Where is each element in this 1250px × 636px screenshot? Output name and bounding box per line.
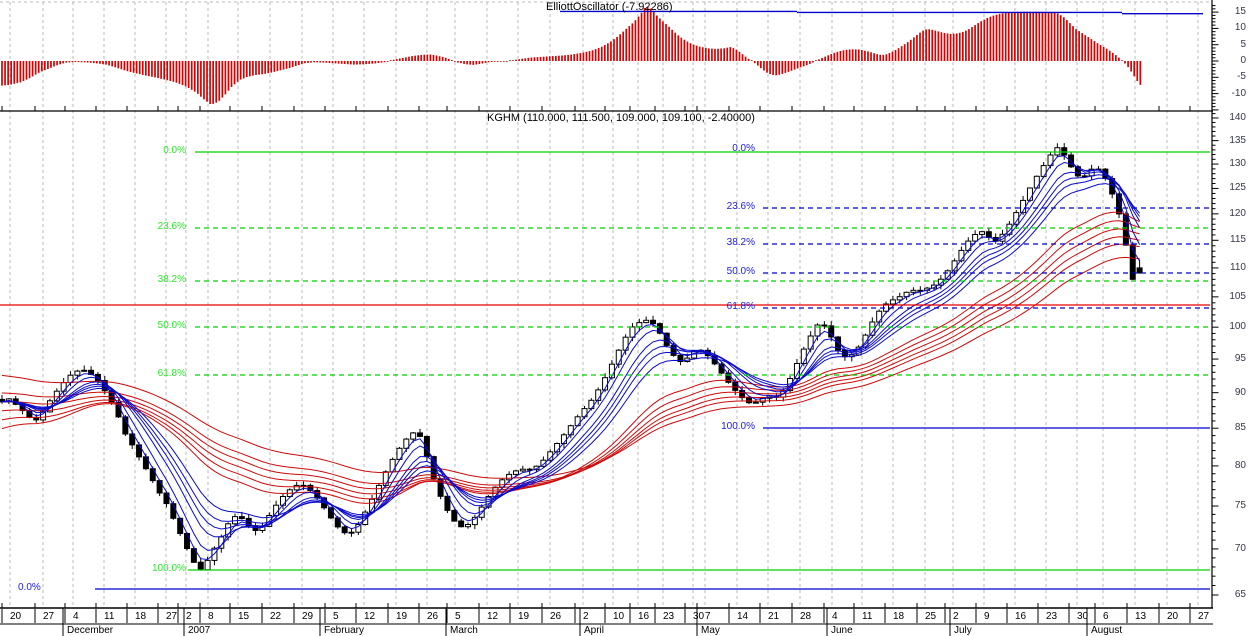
osc-axis-label: 10 (1234, 22, 1246, 34)
oscillator-title: ElliottOscillator (-7.92286) (546, 1, 673, 13)
date-tick-label: 19 (518, 611, 530, 622)
date-tick-label: 23 (663, 611, 675, 622)
date-tick-label: 16 (1015, 611, 1027, 622)
price-axis-label: 90 (1234, 386, 1246, 398)
month-label: December (67, 625, 114, 636)
date-tick-label: 30 (1077, 611, 1089, 622)
date-tick-label: 29 (302, 611, 314, 622)
date-tick-label: 5 (455, 611, 461, 622)
date-tick-label: 27 (1198, 611, 1210, 622)
fib-green-label: 50.0% (157, 320, 186, 331)
date-tick-label: 20 (1167, 611, 1179, 622)
osc-axis-label: 0 (1240, 55, 1246, 66)
date-tick-label: 19 (396, 611, 408, 622)
fib-green-label: 100.0% (152, 563, 186, 574)
fib-blue-label: 38.2% (726, 237, 755, 248)
fib-blue-label: 0.0% (732, 143, 755, 154)
osc-axis-label: -5 (1237, 71, 1246, 83)
month-label: March (450, 625, 478, 636)
fib-blue-label: 50.0% (726, 266, 755, 277)
price-axis-label: 135 (1229, 134, 1246, 146)
date-tick-label: 30 (693, 611, 705, 622)
month-label: June (831, 625, 853, 636)
price-axis-label: 80 (1234, 459, 1246, 471)
date-tick-label: 2 (583, 611, 589, 622)
fib-blue-label: 23.6% (726, 201, 755, 212)
date-tick-label: 2 (953, 611, 959, 622)
metastock-chart-window: ElliottOscillator (-7.92286) KGHM (110.0… (0, 0, 1250, 636)
date-tick-label: 7 (705, 611, 711, 622)
price-axis-label: 115 (1230, 234, 1246, 246)
date-tick-label: 28 (800, 611, 812, 622)
date-tick-label: 10 (613, 611, 625, 622)
date-tick-label: 4 (73, 611, 79, 622)
osc-axis-label: 5 (1240, 38, 1246, 50)
month-label: April (584, 625, 605, 636)
month-label: May (701, 625, 720, 636)
price-axis-label: 105 (1229, 290, 1246, 302)
price-axis-label: 75 (1234, 500, 1246, 512)
price-axis-label: 70 (1234, 542, 1246, 554)
month-label: August (1091, 625, 1123, 636)
date-tick-label: 4 (832, 611, 838, 622)
price-axis-label: 85 (1234, 422, 1246, 434)
month-label: 2007 (188, 625, 211, 636)
osc-axis-label: -10 (1231, 87, 1246, 99)
date-tick-label: 18 (893, 611, 905, 622)
fib-blue-label: 61.8% (726, 301, 755, 312)
price-axis-label: 65 (1234, 589, 1246, 600)
price-axis-label: 125 (1229, 182, 1246, 194)
date-tick-label: 14 (737, 611, 749, 622)
price-axis-label: 100 (1229, 321, 1246, 333)
date-tick-label: 12 (364, 611, 376, 622)
fib-green-label: 0.0% (163, 145, 186, 156)
price-axis-label: 95 (1234, 353, 1246, 365)
date-tick-label: 25 (925, 611, 937, 622)
price-axis-label: 110 (1230, 261, 1246, 273)
date-tick-label: 26 (550, 611, 562, 622)
date-tick-label: 27 (166, 611, 178, 622)
fib-green-label: 38.2% (157, 274, 186, 285)
price-axis-label: 120 (1229, 207, 1246, 219)
date-tick-label: 22 (270, 611, 282, 622)
date-tick-label: 27 (43, 611, 55, 622)
date-tick-label: 2 (186, 611, 192, 622)
date-tick-label: 13 (1135, 611, 1147, 622)
date-tick-label: 15 (238, 611, 250, 622)
price-axis-label: 130 (1229, 158, 1246, 170)
price-axis-label: 140 (1229, 112, 1246, 123)
date-tick-label: 9 (984, 611, 990, 622)
fib-blue-label: 100.0% (721, 421, 755, 432)
date-tick-label: 12 (487, 611, 499, 622)
date-tick-label: 16 (638, 611, 650, 622)
date-tick-label: 20 (10, 611, 22, 622)
date-tick-label: 21 (768, 611, 780, 622)
date-tick-label: 5 (333, 611, 339, 622)
date-tick-label: 11 (862, 611, 873, 622)
fib-green-label: 23.6% (157, 221, 186, 232)
month-label: February (324, 625, 365, 636)
date-tick-label: 6 (1103, 611, 1109, 622)
date-tick-label: 11 (104, 611, 115, 622)
chart-canvas[interactable] (0, 0, 1250, 636)
date-tick-label: 18 (135, 611, 147, 622)
date-tick-label: 8 (208, 611, 214, 622)
fib-blue-label: 0.0% (18, 582, 41, 593)
month-label: July (954, 625, 972, 636)
date-tick-label: 26 (427, 611, 439, 622)
fib-green-label: 61.8% (157, 368, 186, 379)
date-tick-label: 23 (1046, 611, 1058, 622)
main-chart-title: KGHM (110.000, 111.500, 109.000, 109.100… (487, 112, 755, 124)
osc-axis-label: 15 (1234, 6, 1246, 18)
